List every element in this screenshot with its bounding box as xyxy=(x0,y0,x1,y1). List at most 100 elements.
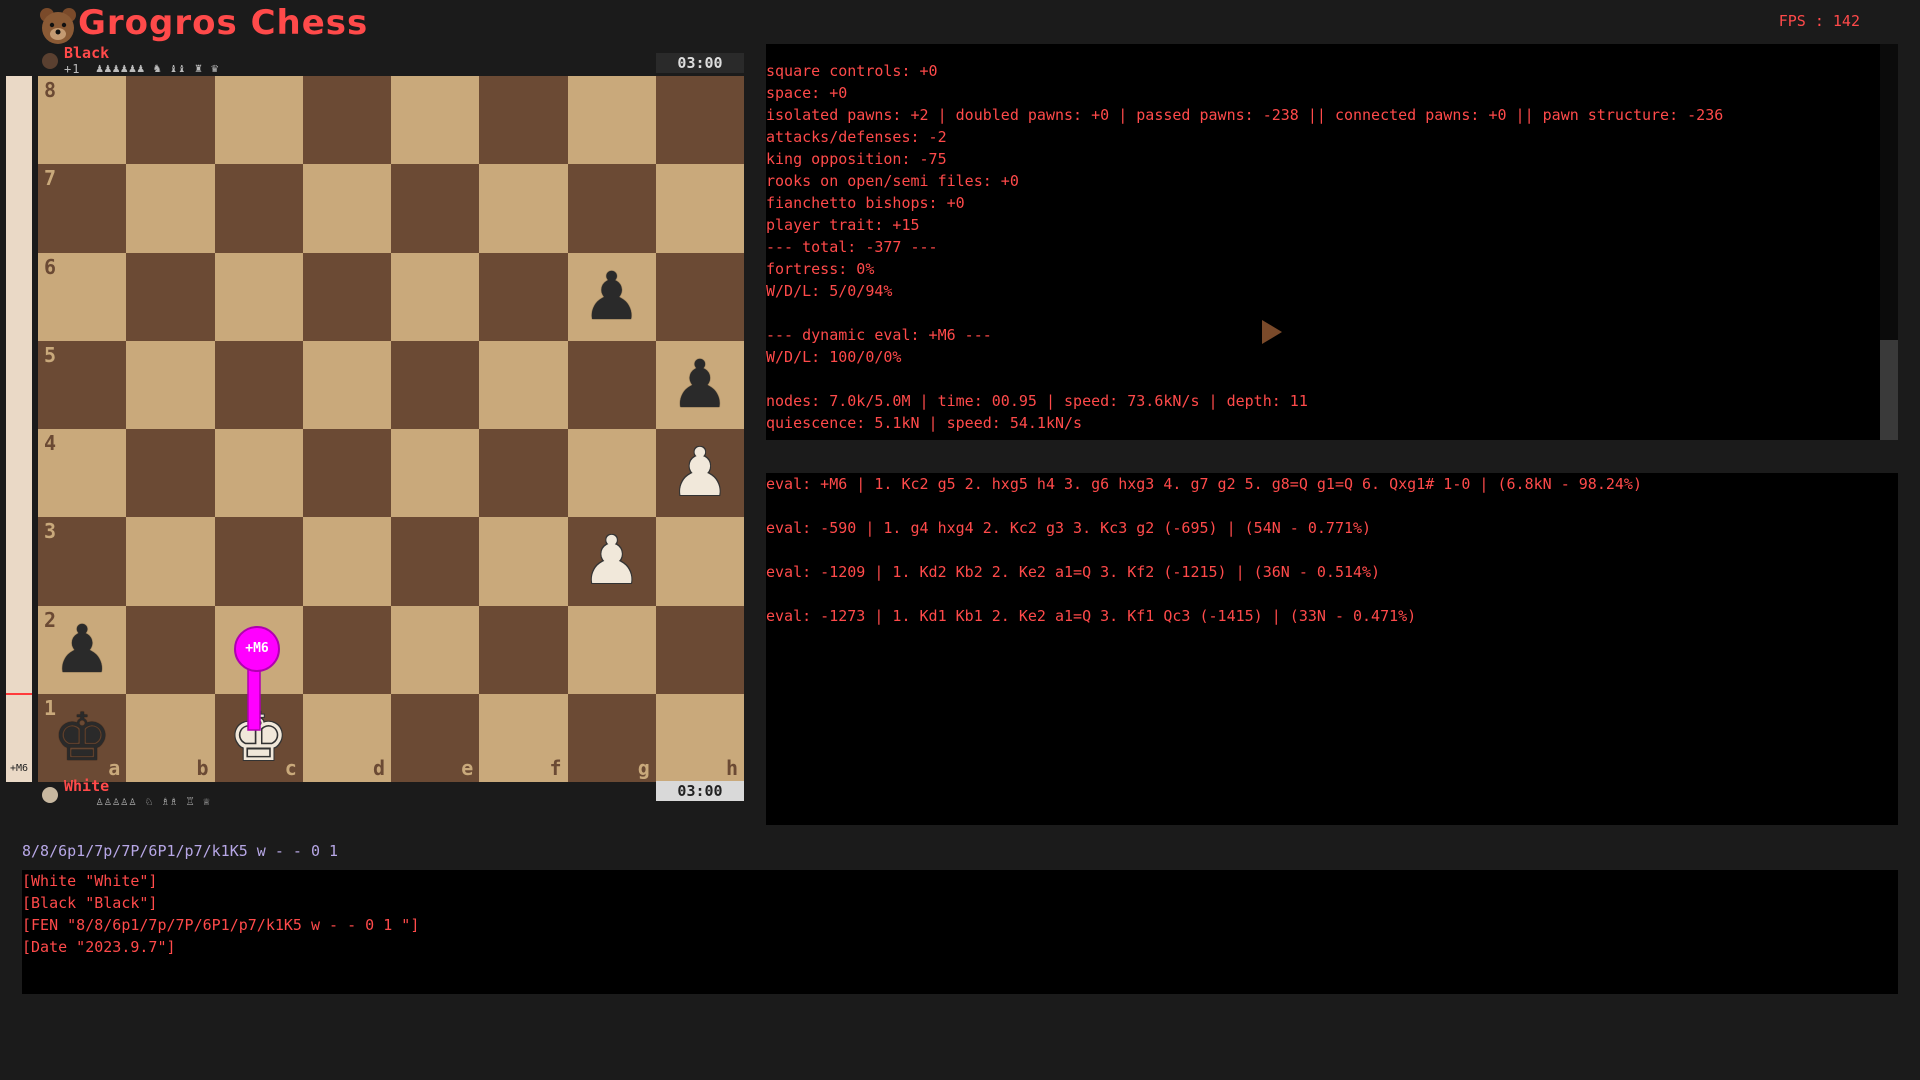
square-d3[interactable] xyxy=(302,517,391,606)
square-h5[interactable]: ♟ xyxy=(655,340,744,429)
square-e8[interactable] xyxy=(391,76,480,165)
square-f2[interactable] xyxy=(479,605,568,694)
black-player-avatar xyxy=(42,53,58,69)
square-h1[interactable]: h xyxy=(655,693,744,782)
square-c6[interactable] xyxy=(214,252,303,341)
square-e2[interactable] xyxy=(391,605,480,694)
file-label: b xyxy=(196,756,209,780)
square-g6[interactable]: ♟ xyxy=(567,252,656,341)
black-pawn-icon[interactable]: ♟ xyxy=(53,616,112,683)
square-h3[interactable] xyxy=(655,517,744,606)
square-e5[interactable] xyxy=(391,340,480,429)
square-f3[interactable] xyxy=(479,517,568,606)
square-b4[interactable] xyxy=(126,429,215,518)
variation-line: eval: -1209 | 1. Kd2 Kb2 2. Ke2 a1=Q 3. … xyxy=(766,563,1381,581)
square-g4[interactable] xyxy=(567,429,656,518)
engine-info-line: player trait: +15 xyxy=(766,216,920,234)
square-b1[interactable]: b xyxy=(126,693,215,782)
white-pawn-icon[interactable]: ♟ xyxy=(582,528,641,594)
square-b3[interactable] xyxy=(126,517,215,606)
square-a3[interactable]: 3 xyxy=(38,517,127,606)
square-e6[interactable] xyxy=(391,252,480,341)
square-h2[interactable] xyxy=(655,605,744,694)
square-c3[interactable] xyxy=(214,517,303,606)
square-d8[interactable] xyxy=(302,76,391,165)
square-d6[interactable] xyxy=(302,252,391,341)
square-e7[interactable] xyxy=(391,164,480,253)
square-f1[interactable]: f xyxy=(479,693,568,782)
square-c8[interactable] xyxy=(214,76,303,165)
best-move-arrow-label: +M6 xyxy=(234,626,280,672)
square-a6[interactable]: 6 xyxy=(38,252,127,341)
square-e4[interactable] xyxy=(391,429,480,518)
square-a1[interactable]: 1 a ♚ xyxy=(38,693,127,782)
square-a5[interactable]: 5 xyxy=(38,340,127,429)
engine-info-line: fortress: 0% xyxy=(766,260,875,278)
engine-info-line: space: +0 xyxy=(766,84,848,102)
square-d1[interactable]: d xyxy=(302,693,391,782)
square-g5[interactable] xyxy=(567,340,656,429)
square-d7[interactable] xyxy=(302,164,391,253)
square-b6[interactable] xyxy=(126,252,215,341)
info-scrollbar-thumb[interactable] xyxy=(1880,340,1898,440)
engine-info-line xyxy=(766,368,1898,390)
square-h4[interactable]: ♟ xyxy=(655,429,744,518)
fen-string[interactable]: 8/8/6p1/7p/7P/6P1/p7/k1K5 w - - 0 1 xyxy=(22,842,338,860)
square-f4[interactable] xyxy=(479,429,568,518)
pgn-panel[interactable]: [White "White"] [Black "Black"] [FEN "8/8/… xyxy=(22,870,1898,994)
square-f7[interactable] xyxy=(479,164,568,253)
square-c4[interactable] xyxy=(214,429,303,518)
engine-info-line: attacks/defenses: -2 xyxy=(766,128,947,146)
black-material-diff: +1 xyxy=(64,62,81,76)
square-g1[interactable]: g xyxy=(567,693,656,782)
rank-label: 7 xyxy=(44,166,57,191)
white-player-avatar xyxy=(42,787,58,803)
square-d4[interactable] xyxy=(302,429,391,518)
square-h8[interactable] xyxy=(655,76,744,165)
square-f8[interactable] xyxy=(479,76,568,165)
square-f6[interactable] xyxy=(479,252,568,341)
fps-counter: FPS : 142 xyxy=(1778,12,1860,30)
white-pawn-icon[interactable]: ♟ xyxy=(670,440,729,506)
square-b2[interactable] xyxy=(126,605,215,694)
file-label: g xyxy=(637,756,650,780)
black-pawn-icon[interactable]: ♟ xyxy=(670,351,729,418)
square-a7[interactable]: 7 xyxy=(38,164,127,253)
square-f5[interactable] xyxy=(479,340,568,429)
square-h7[interactable] xyxy=(655,164,744,253)
square-a2[interactable]: 2 ♟ xyxy=(38,605,127,694)
square-b7[interactable] xyxy=(126,164,215,253)
square-c5[interactable] xyxy=(214,340,303,429)
square-e1[interactable]: e xyxy=(391,693,480,782)
square-g7[interactable] xyxy=(567,164,656,253)
eval-bar-label: +M6 xyxy=(9,763,29,774)
square-c7[interactable] xyxy=(214,164,303,253)
square-e3[interactable] xyxy=(391,517,480,606)
square-a4[interactable]: 4 xyxy=(38,429,127,518)
chess-board[interactable]: 8 7 6 ♟ 5 ♟ 4 ♟ 3 ♟ 2 ♟ 1 a ♚ b c ♚ d e f g h xyxy=(38,76,744,782)
square-b8[interactable] xyxy=(126,76,215,165)
black-king-icon[interactable]: ♚ xyxy=(53,704,112,771)
square-g2[interactable] xyxy=(567,605,656,694)
square-h6[interactable] xyxy=(655,252,744,341)
rank-label: 4 xyxy=(44,431,57,455)
square-g3[interactable]: ♟ xyxy=(567,517,656,606)
square-d2[interactable] xyxy=(302,605,391,694)
engine-info-line: nodes: 7.0k/5.0M | time: 00.95 | speed: … xyxy=(766,392,1308,410)
eval-bar: +M6 xyxy=(6,76,32,782)
black-captured-pieces: ♟♟♟♟♟♟ ♞ ♝♝ ♜ ♛ xyxy=(96,61,220,75)
engine-variations-panel[interactable]: eval: +M6 | 1. Kc2 g5 2. hxg5 h4 3. g6 h… xyxy=(766,473,1898,825)
black-pawn-icon[interactable]: ♟ xyxy=(582,263,641,330)
square-g8[interactable] xyxy=(567,76,656,165)
square-a8[interactable]: 8 xyxy=(38,76,127,165)
pgn-line: [FEN "8/8/6p1/7p/7P/6P1/p7/k1K5 w - - 0 … xyxy=(22,916,420,934)
square-b5[interactable] xyxy=(126,340,215,429)
engine-info-panel[interactable]: square controls: +0 space: +0 isolated paw… xyxy=(766,44,1898,440)
engine-info-line: rooks on open/semi files: +0 xyxy=(766,172,1019,190)
engine-info-line: --- dynamic eval: +M6 --- xyxy=(766,326,992,344)
info-scrollbar[interactable] xyxy=(1880,44,1898,440)
eval-bar-midline xyxy=(6,693,32,695)
play-cursor-icon xyxy=(1262,320,1282,344)
pgn-line: [White "White"] xyxy=(22,872,158,890)
square-d5[interactable] xyxy=(302,340,391,429)
